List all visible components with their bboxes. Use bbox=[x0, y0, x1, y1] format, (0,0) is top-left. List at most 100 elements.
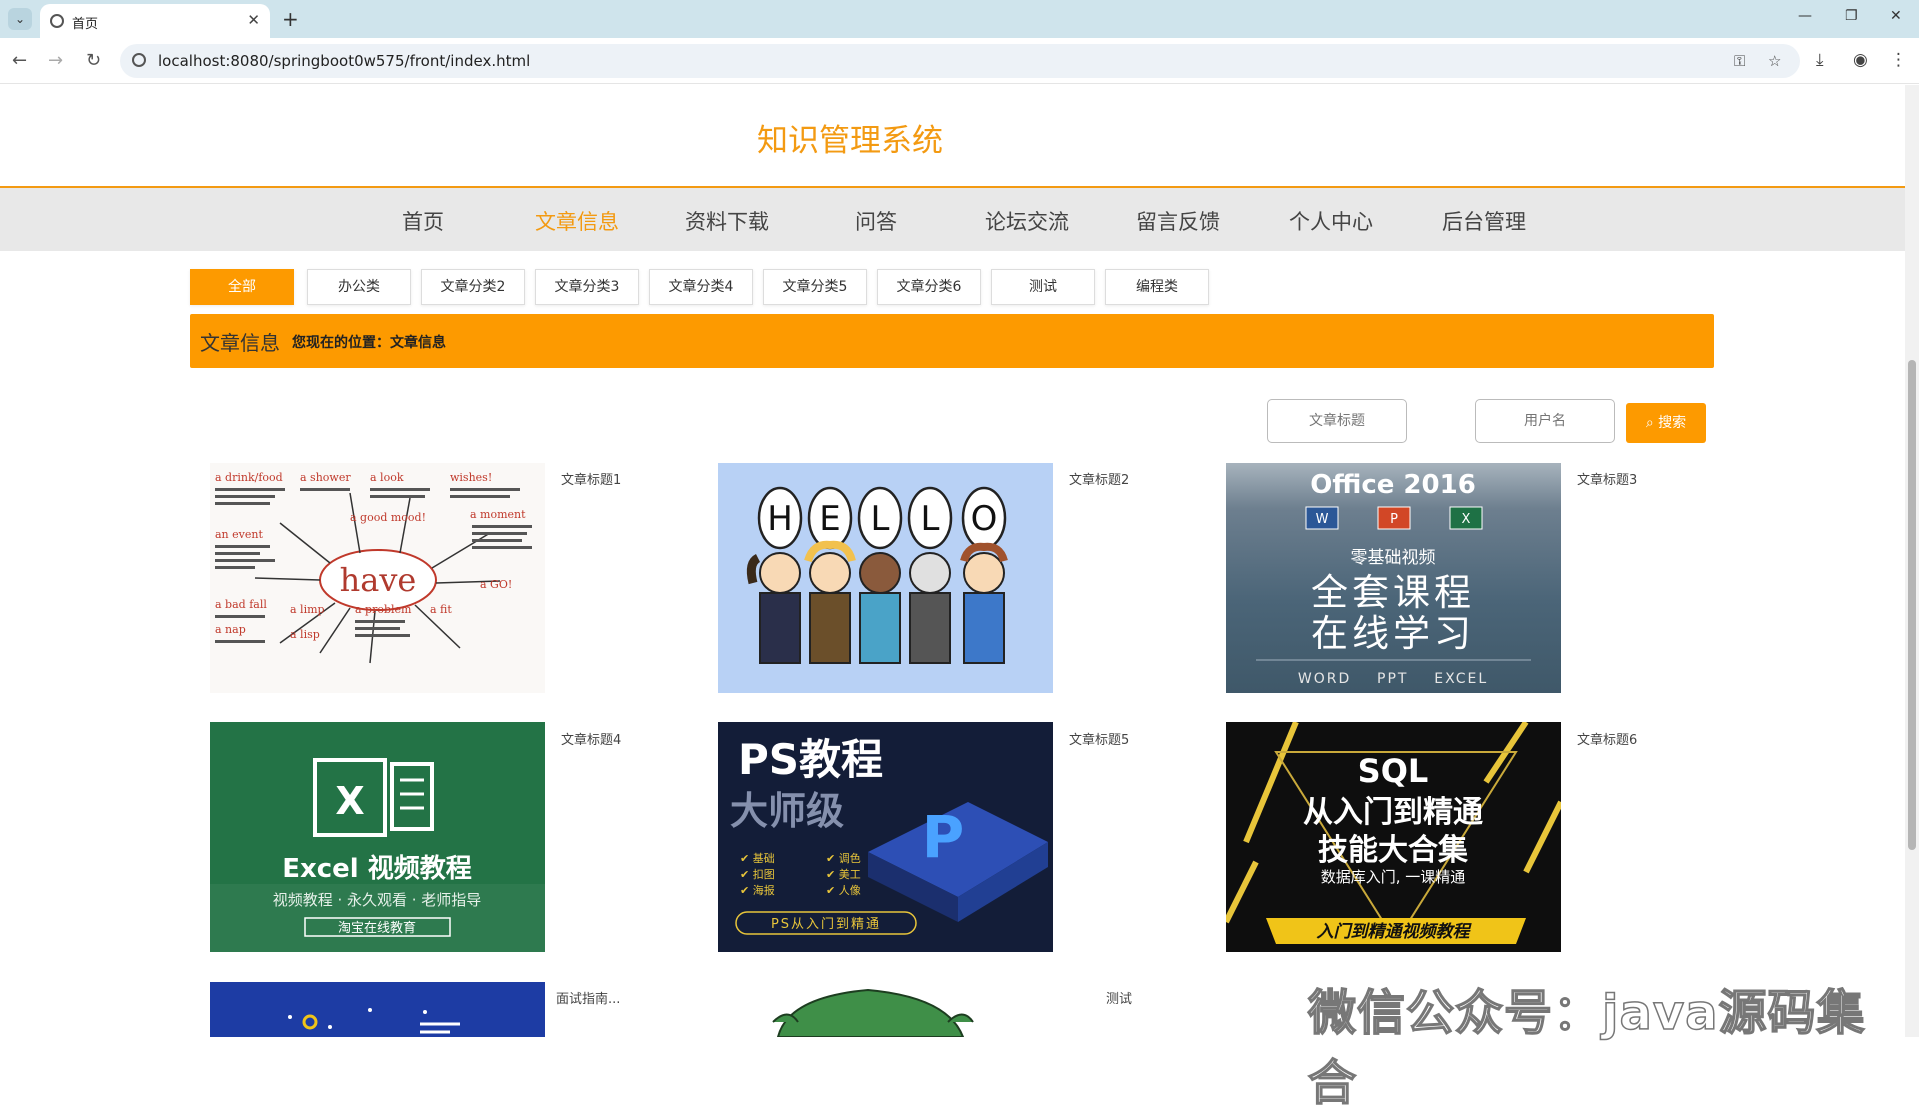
article-title-6[interactable]: 文章标题6 bbox=[1577, 729, 1637, 748]
svg-text:X: X bbox=[335, 779, 364, 823]
forward-arrow-icon[interactable]: → bbox=[48, 50, 63, 71]
nav-item-home[interactable]: 首页 bbox=[402, 206, 444, 236]
sql-image-line3: 数据库入门, 一课精通 bbox=[1321, 868, 1466, 886]
breadcrumb-location: 您现在的位置：文章信息 bbox=[292, 335, 446, 351]
ps-image-foot: PS从入门到精通 bbox=[771, 917, 881, 932]
office-image-foot: WORD PPT EXCEL bbox=[1298, 671, 1488, 687]
article-image-6[interactable]: SQL 从入门到精通 技能大合集 数据库入门, 一课精通 入门到精通视频教程 bbox=[1226, 722, 1561, 952]
ps-image-title: PS教程 bbox=[738, 735, 883, 784]
page-scrollbar[interactable] bbox=[1905, 85, 1919, 1037]
new-tab-icon[interactable]: + bbox=[282, 7, 299, 31]
address-bar[interactable]: localhost:8080/springboot0w575/front/ind… bbox=[120, 44, 1800, 78]
svg-text:W: W bbox=[1316, 512, 1329, 527]
category-6-button[interactable]: 文章分类6 bbox=[877, 269, 981, 305]
category-programming-button[interactable]: 编程类 bbox=[1105, 269, 1209, 305]
svg-text:L: L bbox=[871, 499, 890, 539]
article-title-4[interactable]: 文章标题4 bbox=[561, 729, 621, 748]
office-image-line2: 在线学习 bbox=[1311, 612, 1475, 655]
restore-icon[interactable]: ❐ bbox=[1845, 8, 1858, 24]
back-arrow-icon[interactable]: ← bbox=[12, 50, 27, 71]
svg-text:a fit: a fit bbox=[430, 603, 452, 616]
nav-item-admin[interactable]: 后台管理 bbox=[1442, 206, 1526, 236]
office-course-image: Office 2016 W P X 零基础视频 全套课程 在线学习 WORD P… bbox=[1256, 470, 1531, 687]
svg-text:a moment: a moment bbox=[470, 508, 526, 521]
office-image-sub: 零基础视频 bbox=[1351, 548, 1436, 568]
category-office-button[interactable]: 办公类 bbox=[307, 269, 411, 305]
svg-text:an event: an event bbox=[215, 528, 263, 541]
tab-title: 首页 bbox=[72, 17, 99, 32]
nav-item-qa[interactable]: 问答 bbox=[855, 206, 897, 236]
article-image-5[interactable]: PS教程 大师级 P ✔ 基础 ✔ 扣图 ✔ 海报 ✔ 调色 ✔ 美工 ✔ 人像 PS从… bbox=[718, 722, 1053, 952]
article-title-2[interactable]: 文章标题2 bbox=[1069, 469, 1129, 488]
svg-text:a limp: a limp bbox=[290, 603, 325, 616]
svg-text:✔ 调色: ✔ 调色 bbox=[826, 851, 861, 865]
article-title-1[interactable]: 文章标题1 bbox=[561, 469, 621, 488]
category-3-button[interactable]: 文章分类3 bbox=[535, 269, 639, 305]
article-image-7[interactable] bbox=[210, 982, 545, 1037]
svg-text:a look: a look bbox=[370, 471, 404, 484]
green-character-image bbox=[772, 988, 974, 1037]
nav-item-forum[interactable]: 论坛交流 bbox=[985, 206, 1069, 236]
article-title-3[interactable]: 文章标题3 bbox=[1577, 469, 1637, 488]
article-image-1[interactable]: have a drink/food a shower a look wishes! … bbox=[210, 463, 545, 693]
sql-course-image: SQL 从入门到精通 技能大合集 数据库入门, 一课精通 入门到精通视频教程 bbox=[1226, 722, 1561, 944]
have-image-word: have bbox=[340, 561, 417, 599]
menu-kebab-icon[interactable]: ⋮ bbox=[1890, 50, 1907, 70]
article-title-8[interactable]: 测试 bbox=[1106, 988, 1132, 1007]
article-image-8[interactable] bbox=[718, 982, 1053, 1037]
category-2-button[interactable]: 文章分类2 bbox=[421, 269, 525, 305]
category-4-button[interactable]: 文章分类4 bbox=[649, 269, 753, 305]
nav-item-feedback[interactable]: 留言反馈 bbox=[1136, 206, 1220, 236]
browser-tab[interactable]: 首页 ✕ bbox=[40, 4, 270, 38]
ps-image-sub: 大师级 bbox=[730, 789, 844, 833]
download-icon[interactable]: ⤓ bbox=[1816, 50, 1824, 70]
svg-text:a nap: a nap bbox=[215, 623, 246, 636]
password-key-icon[interactable]: ⚿ bbox=[1734, 52, 1745, 70]
svg-text:O: O bbox=[971, 499, 998, 539]
window-close-icon[interactable]: ✕ bbox=[1890, 8, 1902, 24]
nav-item-downloads[interactable]: 资料下载 bbox=[685, 206, 769, 236]
search-button[interactable]: ⌕ 搜索 bbox=[1626, 403, 1706, 443]
bookmark-star-icon[interactable]: ☆ bbox=[1768, 52, 1781, 70]
office-image-title: Office 2016 bbox=[1310, 470, 1476, 500]
site-info-icon[interactable] bbox=[132, 53, 146, 67]
tab-search-chevron-icon[interactable]: ⌄ bbox=[8, 8, 32, 30]
username-search-input[interactable] bbox=[1475, 399, 1615, 443]
sql-image-line1: 从入门到精通 bbox=[1303, 795, 1483, 830]
article-title-5[interactable]: 文章标题5 bbox=[1069, 729, 1129, 748]
category-test-button[interactable]: 测试 bbox=[991, 269, 1095, 305]
sql-image-foot: 入门到精通视频教程 bbox=[1317, 922, 1473, 942]
browser-toolbar: ← → ↻ localhost:8080/springboot0w575/fro… bbox=[0, 38, 1919, 84]
page-content: 知识管理系统 首页 文章信息 资料下载 问答 论坛交流 留言反馈 个人中心 后台… bbox=[0, 85, 1905, 1112]
interview-guide-image bbox=[288, 1008, 460, 1034]
article-image-3[interactable]: Office 2016 W P X 零基础视频 全套课程 在线学习 WORD P… bbox=[1226, 463, 1561, 693]
scrollbar-thumb[interactable] bbox=[1908, 360, 1916, 850]
article-title-search-input[interactable] bbox=[1267, 399, 1407, 443]
reload-icon[interactable]: ↻ bbox=[86, 50, 101, 71]
svg-text:a bad fall: a bad fall bbox=[215, 598, 267, 611]
svg-text:a drink/food: a drink/food bbox=[215, 471, 283, 484]
minimize-icon[interactable]: — bbox=[1798, 8, 1812, 24]
svg-text:✔ 基础: ✔ 基础 bbox=[740, 852, 775, 865]
nav-item-profile[interactable]: 个人中心 bbox=[1289, 206, 1373, 236]
article-title-7[interactable]: 面试指南... bbox=[556, 988, 620, 1007]
category-5-button[interactable]: 文章分类5 bbox=[763, 269, 867, 305]
breadcrumb: 文章信息 您现在的位置：文章信息 bbox=[190, 314, 1714, 368]
office-image-line1: 全套课程 bbox=[1311, 571, 1475, 614]
breadcrumb-title: 文章信息 bbox=[200, 331, 280, 355]
svg-text:✔ 美工: ✔ 美工 bbox=[826, 868, 861, 881]
article-image-4[interactable]: X Excel 视频教程 视频教程 · 永久观看 · 老师指导 淘宝在线教育 bbox=[210, 722, 545, 952]
svg-text:P: P bbox=[1390, 512, 1398, 527]
nav-item-articles[interactable]: 文章信息 bbox=[535, 206, 619, 236]
url-text[interactable]: localhost:8080/springboot0w575/front/ind… bbox=[158, 52, 530, 70]
tab-close-icon[interactable]: ✕ bbox=[247, 11, 260, 29]
browser-tab-bar: ⌄ 首页 ✕ + — ❐ ✕ bbox=[0, 0, 1919, 38]
category-all-button[interactable]: 全部 bbox=[190, 269, 294, 305]
search-button-label: 搜索 bbox=[1658, 415, 1687, 431]
profile-icon[interactable]: ◉ bbox=[1853, 50, 1868, 70]
main-nav: 首页 文章信息 资料下载 问答 论坛交流 留言反馈 个人中心 后台管理 bbox=[0, 186, 1905, 251]
article-image-2[interactable]: HELLO bbox=[718, 463, 1053, 693]
svg-text:a good mood!: a good mood! bbox=[350, 511, 426, 524]
svg-text:a lisp: a lisp bbox=[290, 628, 320, 641]
search-icon: ⌕ bbox=[1645, 415, 1654, 431]
